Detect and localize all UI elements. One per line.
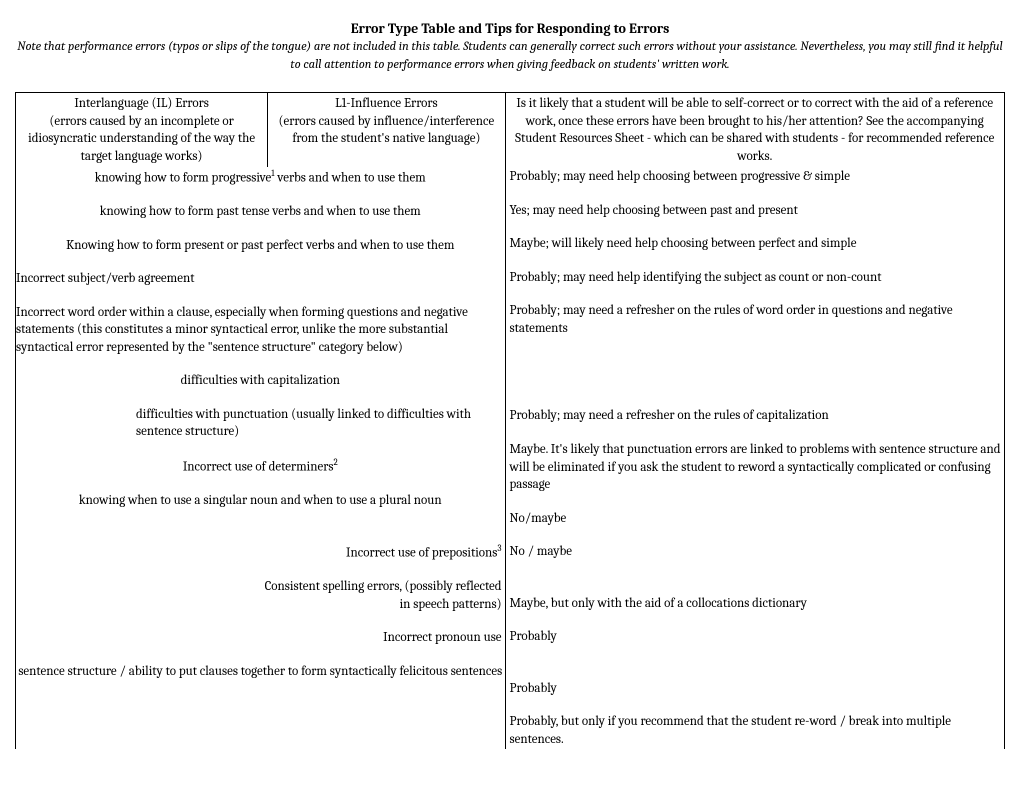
table-row: No / maybe xyxy=(506,543,1004,595)
cell-text: difficulties with capitalization xyxy=(16,372,505,406)
cell-text: Consistent spelling errors, (possibly re… xyxy=(16,578,505,629)
table-row: difficulties with capitalization xyxy=(16,372,505,406)
table-row: Yes; may need help choosing between past… xyxy=(506,202,1004,236)
cell-text: Probably, but only if you recommend that… xyxy=(506,713,1004,749)
cell-text: Probably xyxy=(506,680,1004,714)
table-row: Probably; may need a refresher on the ru… xyxy=(506,302,1004,407)
header-col2-title: L1-Influence Errors xyxy=(272,95,500,113)
table-row: Incorrect word order within a clause, es… xyxy=(16,304,505,373)
cell-text: Incorrect use of determiners xyxy=(183,459,334,474)
table-row: Probably xyxy=(506,680,1004,714)
cell-text: sentence structure / ability to put clau… xyxy=(16,663,505,682)
cell-text: Incorrect subject/verb agreement xyxy=(16,270,505,304)
cell-text: Maybe, but only with the aid of a colloc… xyxy=(506,595,1004,629)
table-row: Probably; may need a refresher on the ru… xyxy=(506,407,1004,441)
cell-text: Probably; may need a refresher on the ru… xyxy=(506,407,1004,441)
table-row: Consistent spelling errors, (possibly re… xyxy=(16,578,505,629)
table-header-row: Interlanguage (IL) Errors (errors caused… xyxy=(16,93,1005,168)
cell-text: Probably; may need help choosing between… xyxy=(506,167,1004,202)
cell-text: knowing how to form progressive xyxy=(95,171,271,186)
table-row: No/maybe xyxy=(506,510,1004,544)
header-col3: Is it likely that a student will be able… xyxy=(505,93,1004,168)
cell-text: knowing how to form past tense verbs and… xyxy=(16,203,505,237)
table-row: knowing how to form progressive1 verbs a… xyxy=(16,167,505,203)
cell-text: difficulties with punctuation (usually l… xyxy=(16,406,505,457)
table-row: Probably, but only if you recommend that… xyxy=(506,713,1004,749)
table-row: knowing how to form progressive1 verbs a… xyxy=(16,167,1005,749)
header-col1-title: Interlanguage (IL) Errors xyxy=(20,95,263,113)
cell-text: Yes; may need help choosing between past… xyxy=(506,202,1004,236)
table-row: Maybe. It's likely that punctuation erro… xyxy=(506,441,1004,510)
header-col2-subtitle: (errors caused by influence/interference… xyxy=(279,114,495,147)
table-row: sentence structure / ability to put clau… xyxy=(16,663,505,682)
cell-text: verbs and when to use them xyxy=(275,171,426,186)
table-row: Probably; may need help choosing between… xyxy=(506,167,1004,202)
cell-text: Probably xyxy=(506,628,1004,680)
header-col2: L1-Influence Errors (errors caused by in… xyxy=(268,93,505,168)
table-row: Probably; may need help identifying the … xyxy=(506,269,1004,303)
cell-text: Probably; may need a refresher on the ru… xyxy=(506,302,1004,407)
cell-text: Incorrect pronoun use xyxy=(16,629,505,663)
table-row: knowing how to form past tense verbs and… xyxy=(16,203,505,237)
table-row: knowing when to use a singular noun and … xyxy=(16,492,505,544)
table-row: Incorrect pronoun use xyxy=(16,629,505,663)
table-row: Incorrect use of prepositions3 xyxy=(16,543,505,578)
header-col1: Interlanguage (IL) Errors (errors caused… xyxy=(16,93,268,168)
doc-title: Error Type Table and Tips for Responding… xyxy=(15,20,1005,37)
doc-note: Note that performance errors (typos or s… xyxy=(15,39,1005,74)
table-row: Incorrect subject/verb agreement xyxy=(16,270,505,304)
footnote-ref: 2 xyxy=(333,458,337,468)
table-row: Maybe; will likely need help choosing be… xyxy=(506,235,1004,269)
table-row: Probably xyxy=(506,628,1004,680)
cell-text: No/maybe xyxy=(506,510,1004,544)
table-row: Knowing how to form present or past perf… xyxy=(16,237,505,271)
cell-text: knowing when to use a singular noun and … xyxy=(16,492,505,544)
footnote-ref: 3 xyxy=(497,544,501,554)
cell-text: Incorrect use of prepositions xyxy=(346,546,497,561)
table-row: Incorrect use of determiners2 xyxy=(16,457,505,492)
cell-text: Knowing how to form present or past perf… xyxy=(16,237,505,271)
cell-text: Incorrect word order within a clause, es… xyxy=(16,304,505,373)
cell-text: Maybe; will likely need help choosing be… xyxy=(506,235,1004,269)
cell-text: No / maybe xyxy=(506,543,1004,595)
header-col1-subtitle: (errors caused by an incomplete or idios… xyxy=(28,114,255,164)
error-type-table: Interlanguage (IL) Errors (errors caused… xyxy=(15,92,1005,749)
cell-text: Probably; may need help identifying the … xyxy=(506,269,1004,303)
cell-text: Maybe. It's likely that punctuation erro… xyxy=(506,441,1004,510)
table-row: difficulties with punctuation (usually l… xyxy=(16,406,505,457)
table-row: Maybe, but only with the aid of a colloc… xyxy=(506,595,1004,629)
